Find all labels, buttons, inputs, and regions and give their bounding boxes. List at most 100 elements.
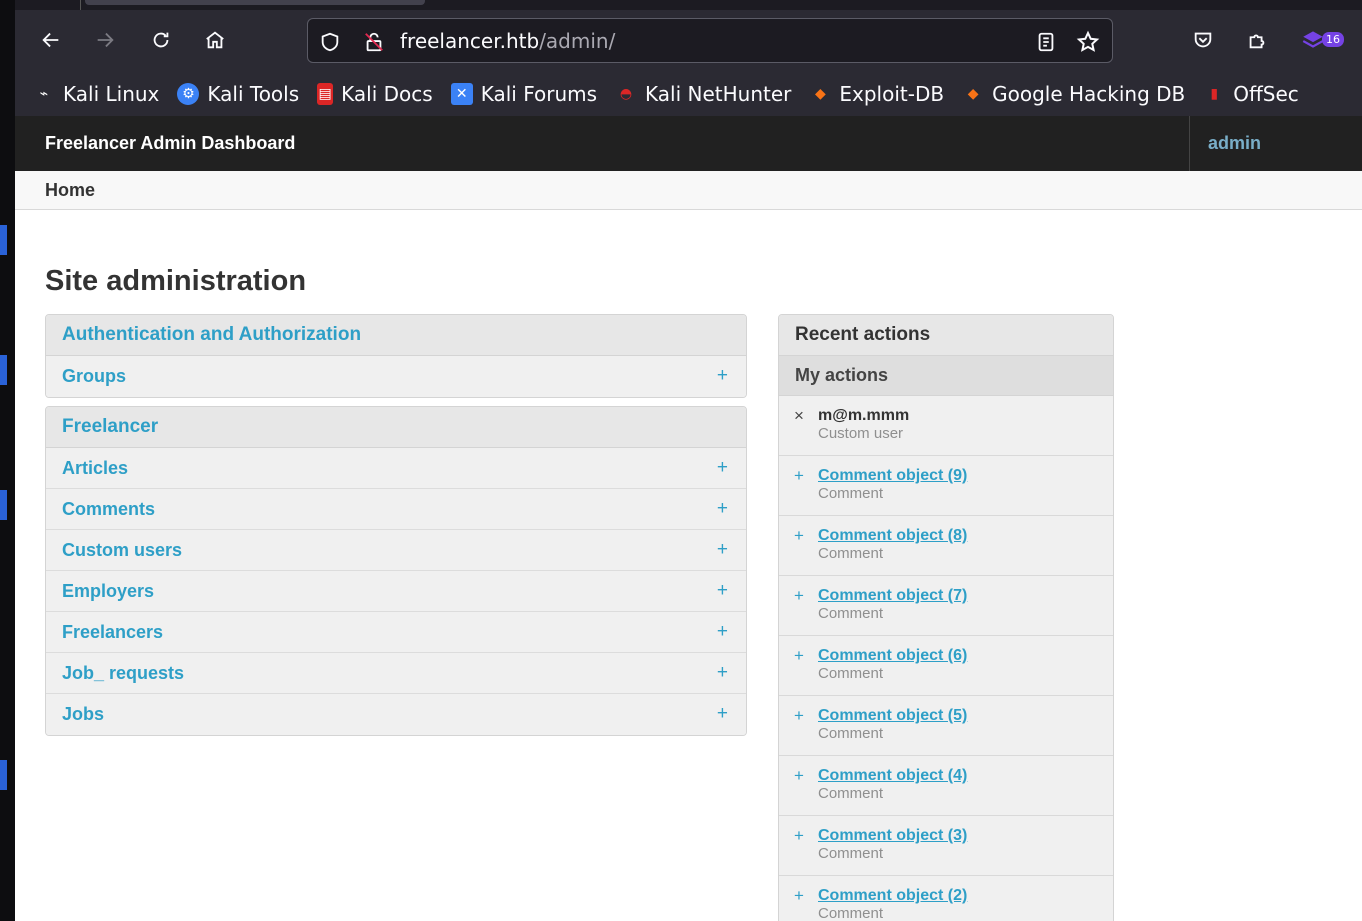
- bookmark-kali-linux[interactable]: ⌁ Kali Linux: [33, 82, 160, 106]
- action-object-type: Comment: [818, 485, 884, 502]
- add-icon[interactable]: +: [717, 498, 728, 520]
- model-link[interactable]: Job_ requests: [62, 663, 184, 684]
- site-brand[interactable]: Freelancer Admin Dashboard: [45, 133, 295, 154]
- forward-button[interactable]: [87, 22, 123, 58]
- url-text[interactable]: freelancer.htb/admin/: [400, 29, 615, 53]
- action-item: + Comment object (6) Comment: [779, 636, 1113, 696]
- bookmark-label: Exploit-DB: [839, 82, 945, 106]
- reader-view-icon[interactable]: [1032, 28, 1060, 56]
- add-icon[interactable]: +: [717, 457, 728, 479]
- home-icon: [206, 31, 224, 49]
- action-object-link[interactable]: Comment object (9): [818, 467, 967, 485]
- add-icon[interactable]: +: [717, 580, 728, 602]
- panel-launcher-icon[interactable]: [0, 355, 7, 385]
- bookmark-star-icon[interactable]: [1074, 28, 1102, 56]
- add-icon[interactable]: +: [717, 703, 728, 725]
- add-icon: +: [794, 586, 804, 605]
- url-host: freelancer.htb: [400, 29, 540, 53]
- bookmark-offsec[interactable]: ▮ OffSec: [1203, 82, 1298, 106]
- extensions-button[interactable]: [1239, 22, 1275, 58]
- reload-icon: [153, 32, 169, 48]
- kali-nethunter-icon: ◓: [619, 86, 633, 102]
- url-bar[interactable]: freelancer.htb/admin/: [307, 18, 1113, 63]
- bookmark-exploit-db[interactable]: ◆ Exploit-DB: [809, 82, 944, 106]
- content-area: Site administration: [15, 265, 1362, 298]
- breadcrumb: Home: [15, 171, 1362, 210]
- pocket-button[interactable]: [1185, 22, 1221, 58]
- action-object-type: Comment: [818, 665, 884, 682]
- panel-launcher-icon[interactable]: [0, 760, 7, 790]
- action-object-link[interactable]: Comment object (3): [818, 827, 967, 845]
- model-row-custom-users: Custom users +: [46, 530, 746, 571]
- action-object-link[interactable]: Comment object (2): [818, 887, 967, 905]
- model-link[interactable]: Articles: [62, 458, 128, 479]
- app-link-freelancer[interactable]: Freelancer: [62, 416, 158, 438]
- pocket-icon: [1194, 32, 1212, 48]
- bookmark-label: Kali Forums: [480, 82, 598, 106]
- arrow-left-icon: [42, 32, 59, 48]
- action-item: + Comment object (8) Comment: [779, 516, 1113, 576]
- kali-dragon-icon: ⌁: [39, 86, 49, 102]
- bookmark-kali-nethunter[interactable]: ◓ Kali NetHunter: [615, 82, 791, 106]
- tab-separator: [80, 0, 81, 10]
- shield-icon[interactable]: [316, 28, 344, 56]
- offsec-icon: ▮: [1210, 86, 1219, 102]
- action-object-type: Comment: [818, 605, 884, 622]
- bookmark-google-hacking-db[interactable]: ◆ Google Hacking DB: [962, 82, 1186, 106]
- app-caption: Authentication and Authorization: [46, 315, 746, 356]
- action-object-type: Comment: [818, 785, 884, 802]
- desktop-panel-strip: [0, 0, 15, 921]
- puzzle-icon: [1249, 34, 1265, 49]
- action-object-type: Comment: [818, 905, 884, 921]
- model-link[interactable]: Custom users: [62, 540, 182, 561]
- add-icon[interactable]: +: [717, 539, 728, 561]
- url-path: /admin/: [539, 29, 616, 53]
- action-item: + Comment object (2) Comment: [779, 876, 1113, 921]
- action-object-link[interactable]: Comment object (4): [818, 767, 967, 785]
- bookmark-label: Kali Tools: [207, 82, 300, 106]
- home-button[interactable]: [197, 22, 233, 58]
- exploit-db-icon: ◆: [815, 86, 826, 102]
- reload-button[interactable]: [143, 22, 179, 58]
- action-object-link[interactable]: Comment object (8): [818, 527, 967, 545]
- model-row-employers: Employers +: [46, 571, 746, 612]
- action-object-link[interactable]: Comment object (5): [818, 707, 967, 725]
- insecure-lock-icon[interactable]: [360, 28, 388, 56]
- model-link[interactable]: Employers: [62, 581, 154, 602]
- bookmark-label: Kali Linux: [63, 82, 160, 106]
- back-button[interactable]: [33, 22, 69, 58]
- action-object-type: Comment: [818, 545, 884, 562]
- action-object-link[interactable]: Comment object (6): [818, 647, 967, 665]
- active-tab[interactable]: [85, 0, 425, 5]
- web-page: Freelancer Admin Dashboard admin Home Si…: [15, 116, 1362, 921]
- add-icon: +: [794, 466, 804, 485]
- bookmark-kali-docs[interactable]: ▤ Kali Docs: [317, 82, 433, 106]
- kali-docs-icon: ▤: [317, 83, 334, 105]
- model-link[interactable]: Freelancers: [62, 622, 163, 643]
- add-icon[interactable]: +: [717, 621, 728, 643]
- breadcrumb-home[interactable]: Home: [45, 180, 95, 201]
- model-row-articles: Articles +: [46, 448, 746, 489]
- model-link[interactable]: Jobs: [62, 704, 104, 725]
- admin-header: Freelancer Admin Dashboard admin: [15, 116, 1362, 171]
- bookmark-kali-tools[interactable]: ⚙ Kali Tools: [177, 82, 299, 106]
- model-row-groups: Groups +: [46, 356, 746, 397]
- model-link[interactable]: Groups: [62, 366, 126, 387]
- panel-launcher-icon[interactable]: [0, 225, 7, 255]
- user-link[interactable]: admin: [1208, 133, 1261, 154]
- panel-launcher-icon[interactable]: [0, 490, 7, 520]
- action-item: + Comment object (5) Comment: [779, 696, 1113, 756]
- tab-strip: [15, 0, 1362, 10]
- navigation-toolbar: freelancer.htb/admin/ 16: [15, 10, 1362, 72]
- bookmark-label: Kali NetHunter: [645, 82, 792, 106]
- action-object-link[interactable]: Comment object (7): [818, 587, 967, 605]
- action-item: × m@m.mmm Custom user: [779, 396, 1113, 456]
- add-icon[interactable]: +: [717, 365, 728, 387]
- recent-actions-module: Recent actions My actions × m@m.mmm Cust…: [778, 314, 1114, 921]
- model-link[interactable]: Comments: [62, 499, 155, 520]
- bookmark-kali-forums[interactable]: ✕ Kali Forums: [450, 82, 598, 106]
- my-actions-title: My actions: [779, 356, 1113, 396]
- app-link-auth[interactable]: Authentication and Authorization: [62, 324, 361, 346]
- page-title: Site administration: [45, 265, 307, 297]
- add-icon[interactable]: +: [717, 662, 728, 684]
